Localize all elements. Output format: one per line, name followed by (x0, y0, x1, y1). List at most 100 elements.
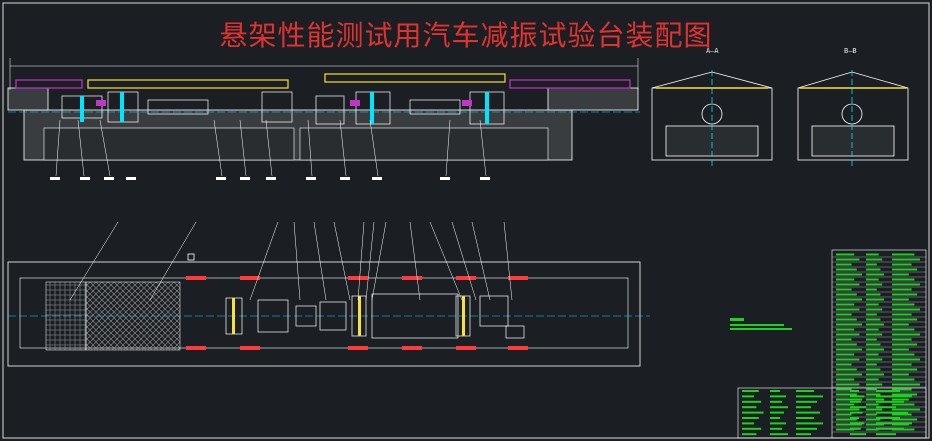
table-cell (836, 268, 857, 271)
table-cell (866, 308, 883, 311)
rail-plan-mark (232, 298, 235, 334)
title-block-cell (742, 422, 754, 425)
table-cell (836, 318, 857, 321)
title-block-cell (770, 390, 780, 392)
leader-line-icon (503, 221, 513, 301)
table-cell (836, 408, 860, 411)
parts-list-table (831, 249, 927, 439)
table-cell (836, 383, 860, 386)
table-cell (836, 273, 862, 276)
note-line (730, 328, 792, 330)
table-cell (866, 393, 881, 396)
table-cell (866, 413, 877, 416)
table-cell (892, 338, 912, 341)
red-part (348, 276, 368, 280)
table-cell (836, 378, 855, 381)
shaft-marker-3 (370, 92, 374, 124)
table-cell (836, 298, 862, 301)
table-cell (892, 393, 918, 396)
table-cell (866, 343, 881, 346)
pit-left (43, 127, 295, 161)
table-cell (892, 343, 918, 346)
table-cell (892, 263, 912, 266)
drawing-frame (2, 2, 930, 439)
red-part (456, 346, 476, 350)
bolt-mark-1 (96, 100, 106, 106)
table-cell (836, 308, 860, 311)
title-block-cell (770, 411, 784, 414)
gearbox-plan-2 (505, 325, 525, 339)
table-cell (892, 358, 920, 361)
bolt-mark-3 (462, 100, 472, 106)
table-cell (836, 358, 860, 361)
title-block-cell (796, 406, 811, 409)
table-cell (892, 348, 909, 351)
hatch-pattern-icon (45, 281, 87, 351)
title-block-cell (876, 433, 896, 436)
title-block-cell (742, 411, 764, 414)
table-cell (866, 278, 879, 281)
title-block-cell (796, 395, 823, 398)
title-block-cell (742, 433, 757, 436)
title-block-cell (796, 427, 817, 430)
table-cell (866, 408, 883, 411)
table-cell (892, 288, 912, 291)
table-cell (866, 338, 877, 341)
drawing-canvas (2, 2, 930, 439)
table-cell (892, 373, 909, 376)
title-block-cell (876, 406, 896, 409)
table-cell (892, 328, 915, 331)
leader-line-icon (365, 221, 375, 301)
red-part (402, 276, 422, 280)
table-cell (892, 378, 915, 381)
red-part (348, 346, 368, 350)
pit-right (299, 127, 549, 161)
rail-left (87, 79, 289, 89)
leader-line-icon (371, 221, 387, 301)
table-cell (866, 303, 879, 306)
drawing-title: 悬架性能测试用汽车减振试验台装配图 (219, 19, 713, 52)
red-part (456, 276, 476, 280)
table-cell (866, 363, 877, 366)
table-cell (866, 368, 881, 371)
rail-plan-mark (358, 296, 361, 336)
balloon-tag (80, 177, 90, 180)
red-part (240, 346, 260, 350)
table-cell (866, 328, 879, 331)
table-cell (866, 398, 884, 401)
bolt-mark-2 (350, 100, 360, 106)
table-cell (892, 283, 920, 286)
foundation-left-step (7, 87, 49, 111)
table-cell (836, 278, 855, 281)
motor-plan-2 (479, 295, 509, 327)
table-cell (892, 268, 918, 271)
table-cell (892, 323, 909, 326)
table-cell (836, 313, 852, 316)
table-cell (836, 388, 852, 391)
table-cell (836, 323, 862, 326)
table-cell (892, 318, 918, 321)
rail-plan-mark (462, 296, 465, 336)
leader-line-icon (249, 221, 279, 301)
title-block-cell (796, 422, 823, 425)
title-block-cell (876, 390, 900, 392)
pit-b (811, 125, 895, 157)
table-cell (892, 333, 920, 336)
red-part (402, 346, 422, 350)
table-cell (866, 333, 883, 336)
table-cell (892, 258, 920, 261)
title-block-cell (796, 433, 811, 436)
table-cell (866, 353, 879, 356)
table-cell (892, 293, 918, 296)
balloon-tag (340, 177, 350, 180)
table-cell (836, 303, 855, 306)
table-cell (836, 258, 860, 261)
section-b-view (797, 70, 909, 168)
table-cell (836, 283, 860, 286)
title-block-cell (850, 406, 867, 409)
red-part (186, 276, 206, 280)
table-cell (836, 393, 857, 396)
title-block-cell (876, 422, 912, 425)
title-block-cell (742, 390, 759, 392)
table-cell (892, 303, 915, 306)
